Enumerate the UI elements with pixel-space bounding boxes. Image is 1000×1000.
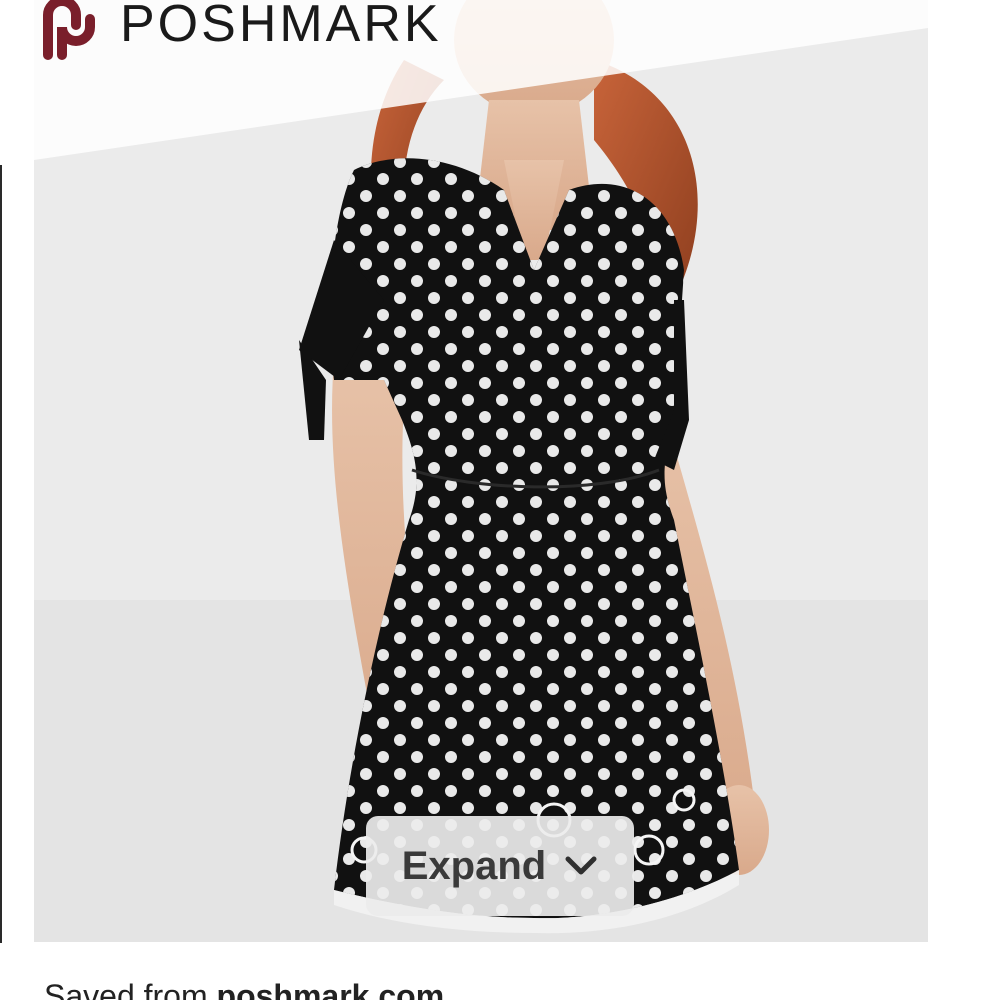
expand-label: Expand	[401, 843, 547, 888]
expand-button[interactable]: Expand	[366, 816, 634, 916]
chevron-down-icon	[565, 856, 597, 875]
brand-header: POSHMARK	[30, 0, 442, 62]
source-domain-link[interactable]: poshmark.com	[217, 978, 445, 1000]
dress-photo	[34, 0, 928, 942]
poshmark-logo-icon	[43, 0, 95, 60]
brand-wordmark: POSHMARK	[120, 0, 442, 53]
source-prefix: Saved from	[44, 978, 208, 1000]
pin-image[interactable]	[34, 0, 928, 942]
source-attribution: Saved from poshmark.com	[44, 980, 444, 1000]
left-edge-divider	[0, 165, 2, 943]
